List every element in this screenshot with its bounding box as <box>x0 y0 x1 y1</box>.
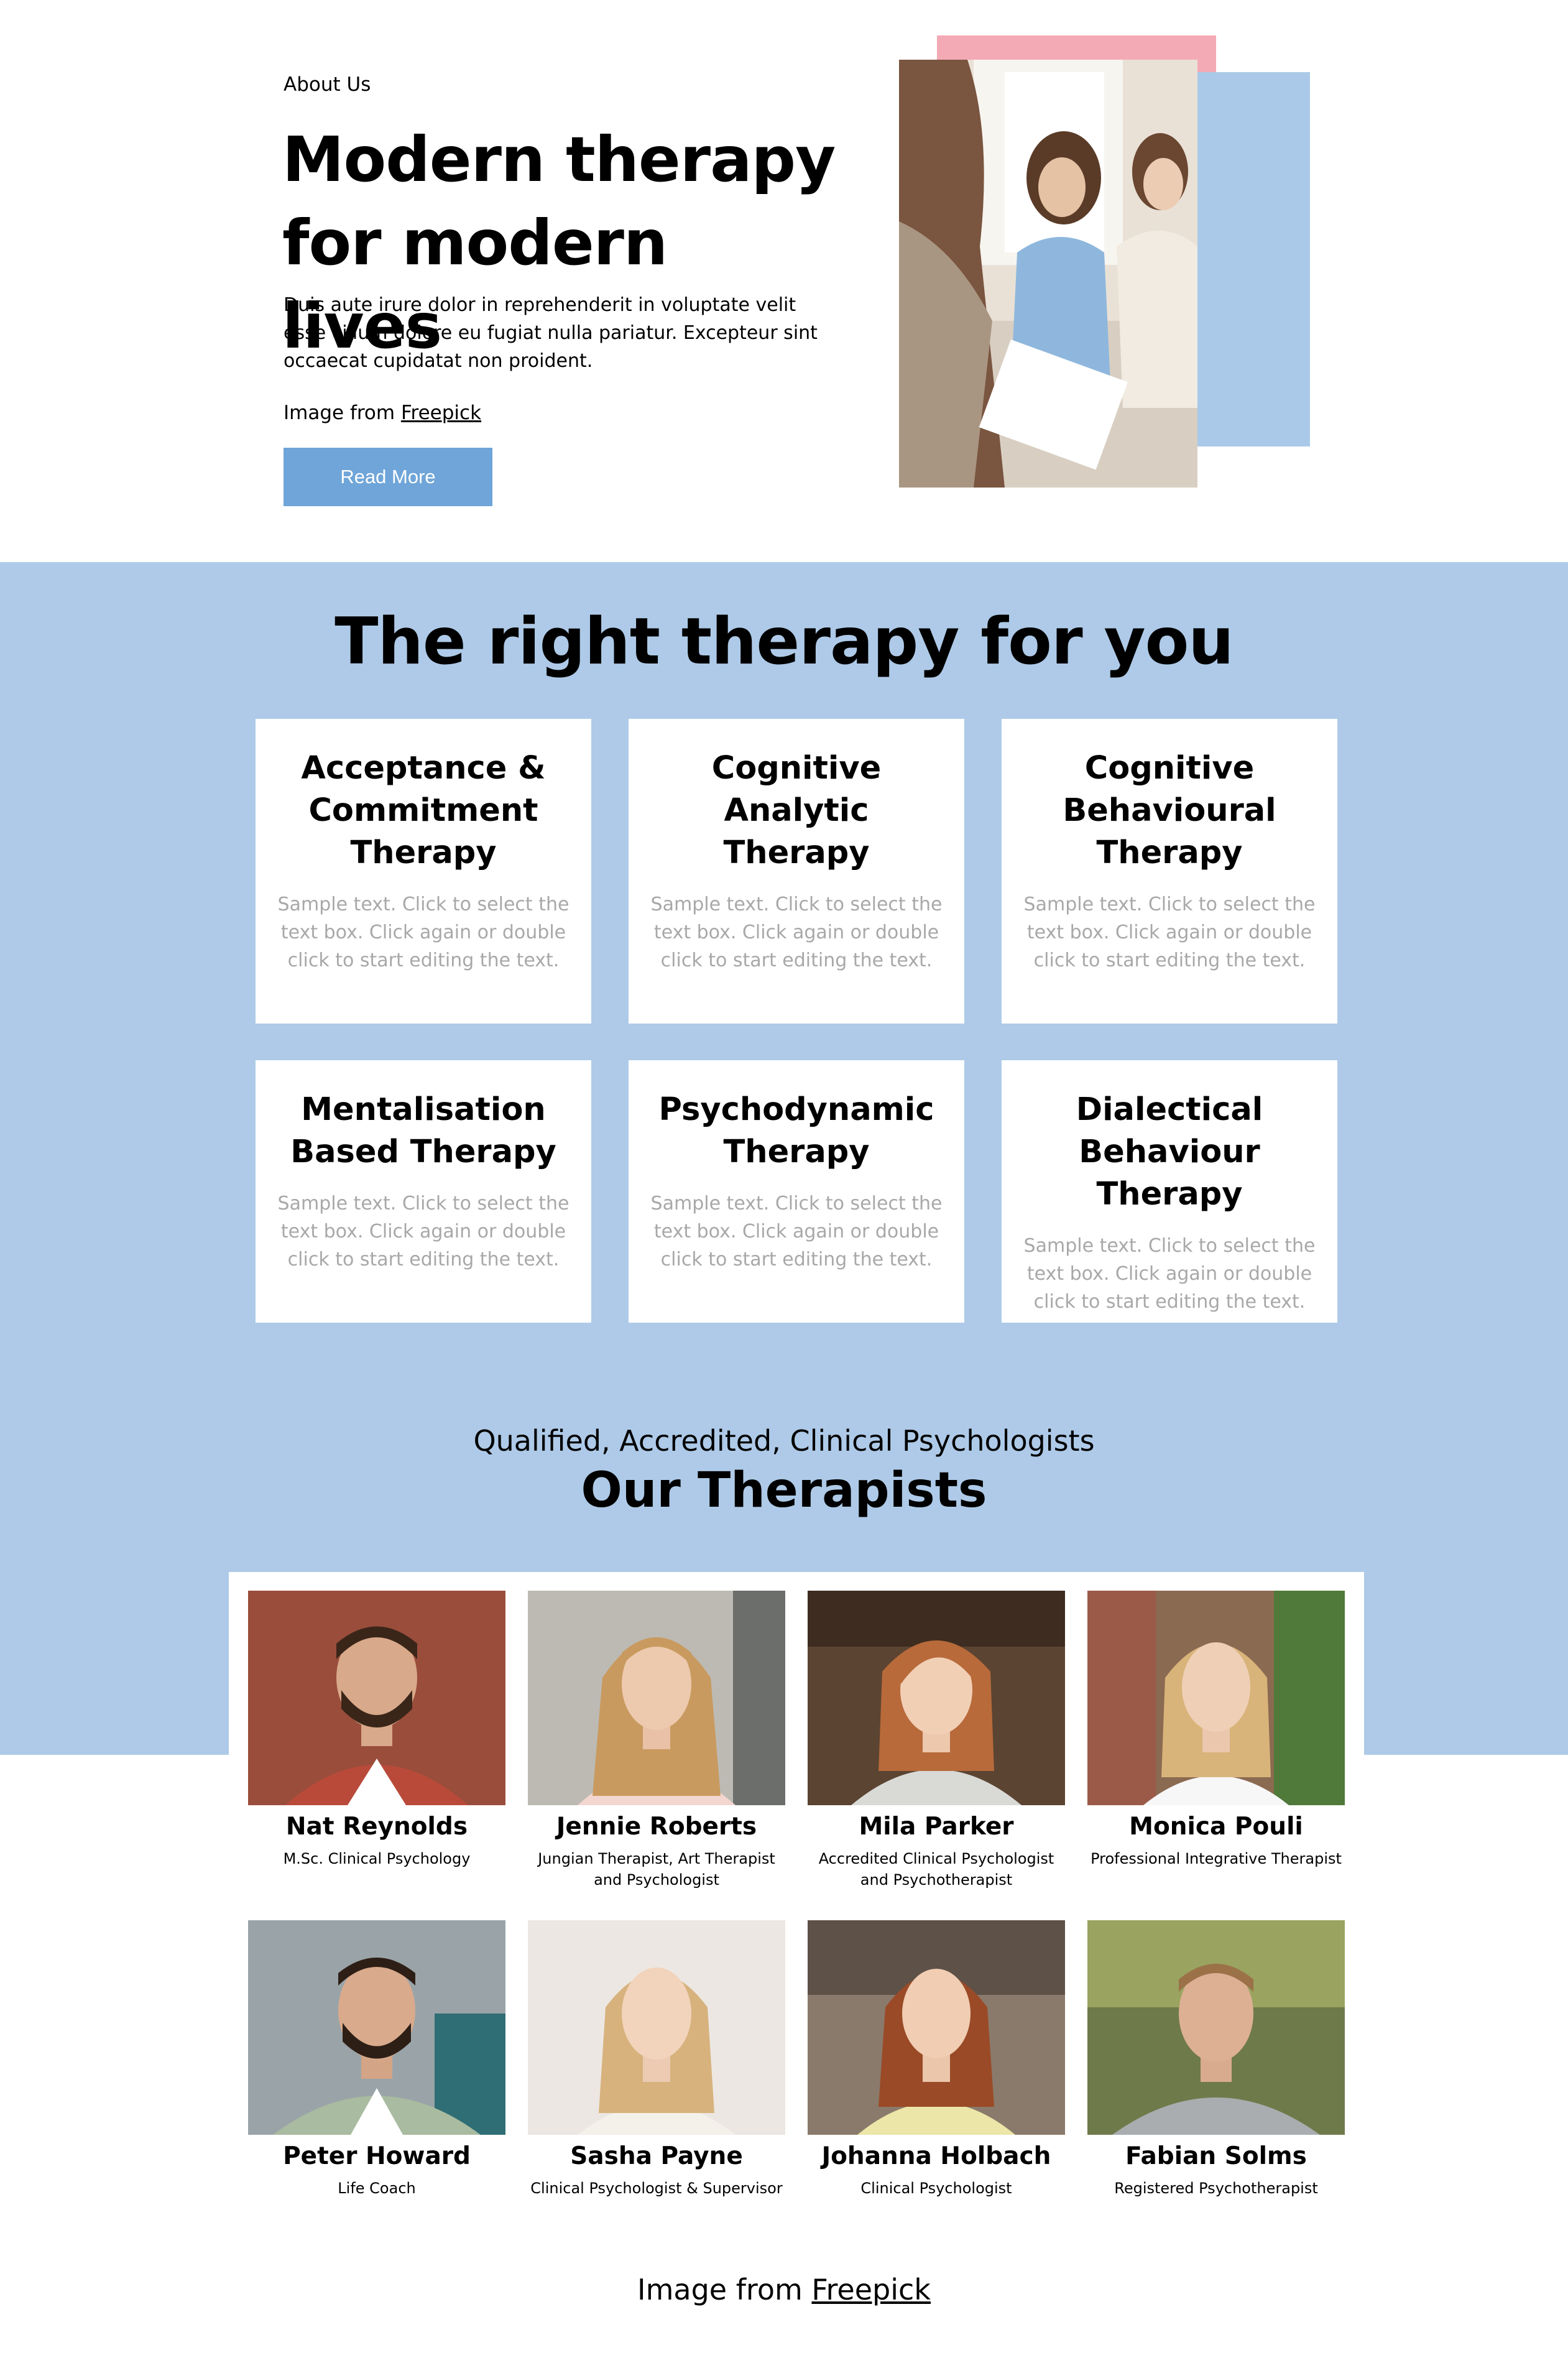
therapist-name: Fabian Solms <box>1125 2142 1307 2170</box>
therapy-card[interactable]: Cognitive Analytic Therapy Sample text. … <box>629 719 964 1024</box>
therapist-photo <box>808 1591 1065 1805</box>
therapy-card[interactable]: Mentalisation Based Therapy Sample text.… <box>256 1060 591 1323</box>
therapist-name: Peter Howard <box>283 2142 471 2170</box>
therapist-role: Jungian Therapist, Art Therapist and Psy… <box>538 1850 775 1889</box>
therapy-card[interactable]: Dialectical Behaviour Therapy Sample tex… <box>1002 1060 1337 1323</box>
therapist-name: Sasha Payne <box>570 2142 743 2170</box>
hero-photo <box>899 60 1197 488</box>
therapy-card-title: Dialectical Behaviour Therapy <box>1076 1091 1263 1213</box>
therapist-photo <box>1087 1920 1345 2135</box>
therapist-card[interactable]: Johanna Holbach Clinical Psychologist <box>808 1920 1065 2199</box>
therapist-name: Nat Reynolds <box>285 1813 468 1841</box>
read-more-button[interactable]: Read More <box>284 448 492 506</box>
therapist-role: Clinical Psychologist & Supervisor <box>530 2180 783 2197</box>
hero-description: Duis aute irure dolor in reprehenderit i… <box>284 294 818 372</box>
therapy-card[interactable]: Cognitive Behavioural Therapy Sample tex… <box>1002 719 1337 1024</box>
footer-credit-prefix: Image from <box>637 2273 803 2306</box>
therapist-role: Accredited Clinical Psychologist and Psy… <box>818 1850 1054 1889</box>
therapy-card-text: Sample text. Click to select the text bo… <box>1023 1235 1316 1313</box>
therapist-name: Johanna Holbach <box>821 2142 1051 2170</box>
therapist-name: Monica Pouli <box>1129 1813 1303 1841</box>
therapist-photo <box>248 1920 505 2135</box>
therapy-card-text: Sample text. Click to select the text bo… <box>650 894 943 971</box>
therapist-role: Registered Psychotherapist <box>1114 2180 1318 2197</box>
therapy-card-text: Sample text. Click to select the text bo… <box>277 1193 570 1270</box>
therapist-role: Clinical Psychologist <box>860 2180 1012 2197</box>
therapy-card-title: Cognitive Behavioural Therapy <box>1063 750 1276 871</box>
therapy-card[interactable]: Acceptance & Commitment Therapy Sample t… <box>256 719 591 1024</box>
team-title: Our Therapists <box>581 1463 987 1519</box>
therapist-photo <box>248 1591 505 1805</box>
therapist-card[interactable]: Jennie Roberts Jungian Therapist, Art Th… <box>528 1591 785 1890</box>
therapist-role: Professional Integrative Therapist <box>1091 1850 1342 1867</box>
about-label: About Us <box>284 73 371 96</box>
therapy-card-title: Acceptance & Commitment Therapy <box>301 750 546 871</box>
therapist-card[interactable]: Peter Howard Life Coach <box>248 1920 505 2199</box>
therapy-card-title: Mentalisation Based Therapy <box>290 1091 556 1170</box>
therapy-card[interactable]: Psychodynamic Therapy Sample text. Click… <box>629 1060 964 1323</box>
therapist-role: M.Sc. Clinical Psychology <box>283 1850 471 1867</box>
footer-freepick-link[interactable]: Freepick <box>811 2273 931 2306</box>
therapist-photo <box>1087 1591 1345 1805</box>
therapist-card[interactable]: Mila Parker Accredited Clinical Psycholo… <box>808 1591 1065 1890</box>
image-credit: Image from Freepick <box>284 402 481 424</box>
decorative-blue-block <box>1196 72 1310 446</box>
team-subtitle: Qualified, Accredited, Clinical Psycholo… <box>473 1424 1095 1458</box>
freepick-link[interactable]: Freepick <box>401 402 481 424</box>
therapist-photo <box>808 1920 1065 2135</box>
therapy-card-text: Sample text. Click to select the text bo… <box>650 1193 943 1270</box>
therapist-card[interactable]: Nat Reynolds M.Sc. Clinical Psychology <box>248 1591 505 1869</box>
therapist-name: Mila Parker <box>859 1813 1014 1841</box>
credit-prefix: Image from <box>284 402 395 424</box>
therapist-card[interactable]: Fabian Solms Registered Psychotherapist <box>1087 1920 1345 2199</box>
hero-title-line1: Modern therapy <box>282 123 836 196</box>
therapy-card-title: Cognitive Analytic Therapy <box>711 750 882 871</box>
therapist-card[interactable]: Monica Pouli Professional Integrative Th… <box>1087 1591 1345 1869</box>
therapist-photo <box>528 1920 785 2135</box>
therapy-card-text: Sample text. Click to select the text bo… <box>277 894 570 971</box>
therapist-name: Jennie Roberts <box>556 1813 757 1841</box>
therapy-card-text: Sample text. Click to select the text bo… <box>1023 894 1316 971</box>
footer-image-credit: Image from Freepick <box>0 2273 1568 2306</box>
therapy-section-title: The right therapy for you <box>334 604 1234 679</box>
therapist-role: Life Coach <box>338 2180 416 2197</box>
therapist-card[interactable]: Sasha Payne Clinical Psychologist & Supe… <box>528 1920 785 2199</box>
therapy-card-title: Psychodynamic Therapy <box>658 1091 934 1170</box>
therapist-photo <box>528 1591 785 1805</box>
